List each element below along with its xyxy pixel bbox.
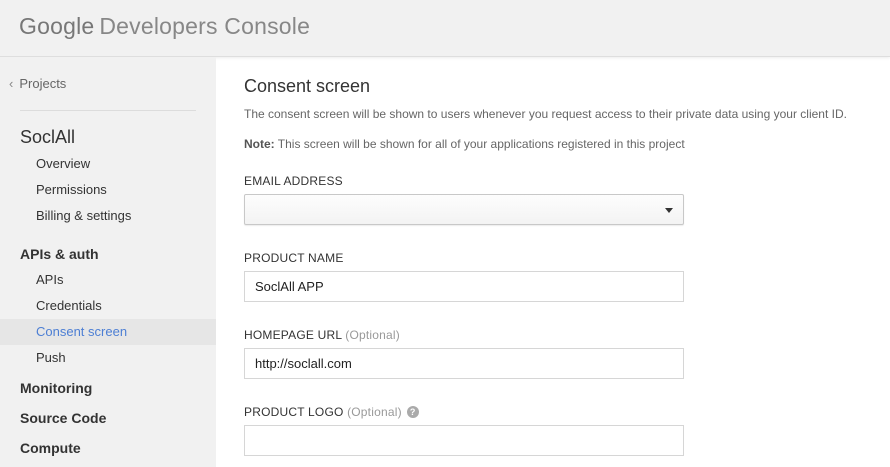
sidebar-divider [20,110,196,111]
sidebar: ‹ Projects SoclAll Overview Permissions B… [0,57,216,467]
product-logo-label: PRODUCT LOGO (Optional)? [244,405,419,419]
homepage-url-label-text: HOMEPAGE URL [244,328,342,342]
page-title: Consent screen [244,76,371,96]
help-icon[interactable]: ? [406,406,419,418]
projects-link-label: Projects [19,76,67,91]
product-name-input[interactable]: SoclAll APP [244,271,684,302]
caret-down-icon [665,208,673,213]
sidebar-section-compute[interactable]: Compute [20,440,81,456]
email-address-select[interactable] [244,194,684,225]
sidebar-item-overview[interactable]: Overview [0,151,216,177]
page-note: Note: This screen will be shown for all … [244,137,685,151]
homepage-url-optional: (Optional) [345,328,400,342]
note-label: Note: [244,137,275,151]
sidebar-item-push[interactable]: Push [0,345,216,371]
page-description: The consent screen will be shown to user… [244,107,847,121]
chevron-left-icon: ‹ [9,76,14,91]
sidebar-item-permissions[interactable]: Permissions [0,177,216,203]
sidebar-section-monitoring[interactable]: Monitoring [20,380,92,396]
console-logo[interactable]: Google Developers Console [19,13,310,40]
sidebar-section-source-code[interactable]: Source Code [20,410,106,426]
homepage-url-input[interactable]: http://soclall.com [244,348,684,379]
homepage-url-label: HOMEPAGE URL (Optional) [244,328,400,342]
sidebar-item-apis[interactable]: APIs [0,267,216,293]
sidebar-item-billing-settings[interactable]: Billing & settings [0,203,216,229]
top-bar: Google Developers Console [0,0,890,57]
note-text: This screen will be shown for all of you… [274,137,685,151]
product-logo-label-text: PRODUCT LOGO [244,405,344,419]
product-logo-optional: (Optional) [347,405,402,419]
email-address-label: EMAIL ADDRESS [244,174,343,188]
brand-product: Developers Console [99,13,311,39]
sidebar-item-credentials[interactable]: Credentials [0,293,216,319]
brand-google: Google [19,13,95,39]
product-name-label: PRODUCT NAME [244,251,344,265]
sidebar-item-consent-screen[interactable]: Consent screen [0,319,216,345]
sidebar-section-apis-auth[interactable]: APIs & auth [20,246,99,262]
projects-back-link[interactable]: ‹ Projects [9,76,66,91]
product-logo-input[interactable] [244,425,684,456]
project-name[interactable]: SoclAll [20,127,75,148]
